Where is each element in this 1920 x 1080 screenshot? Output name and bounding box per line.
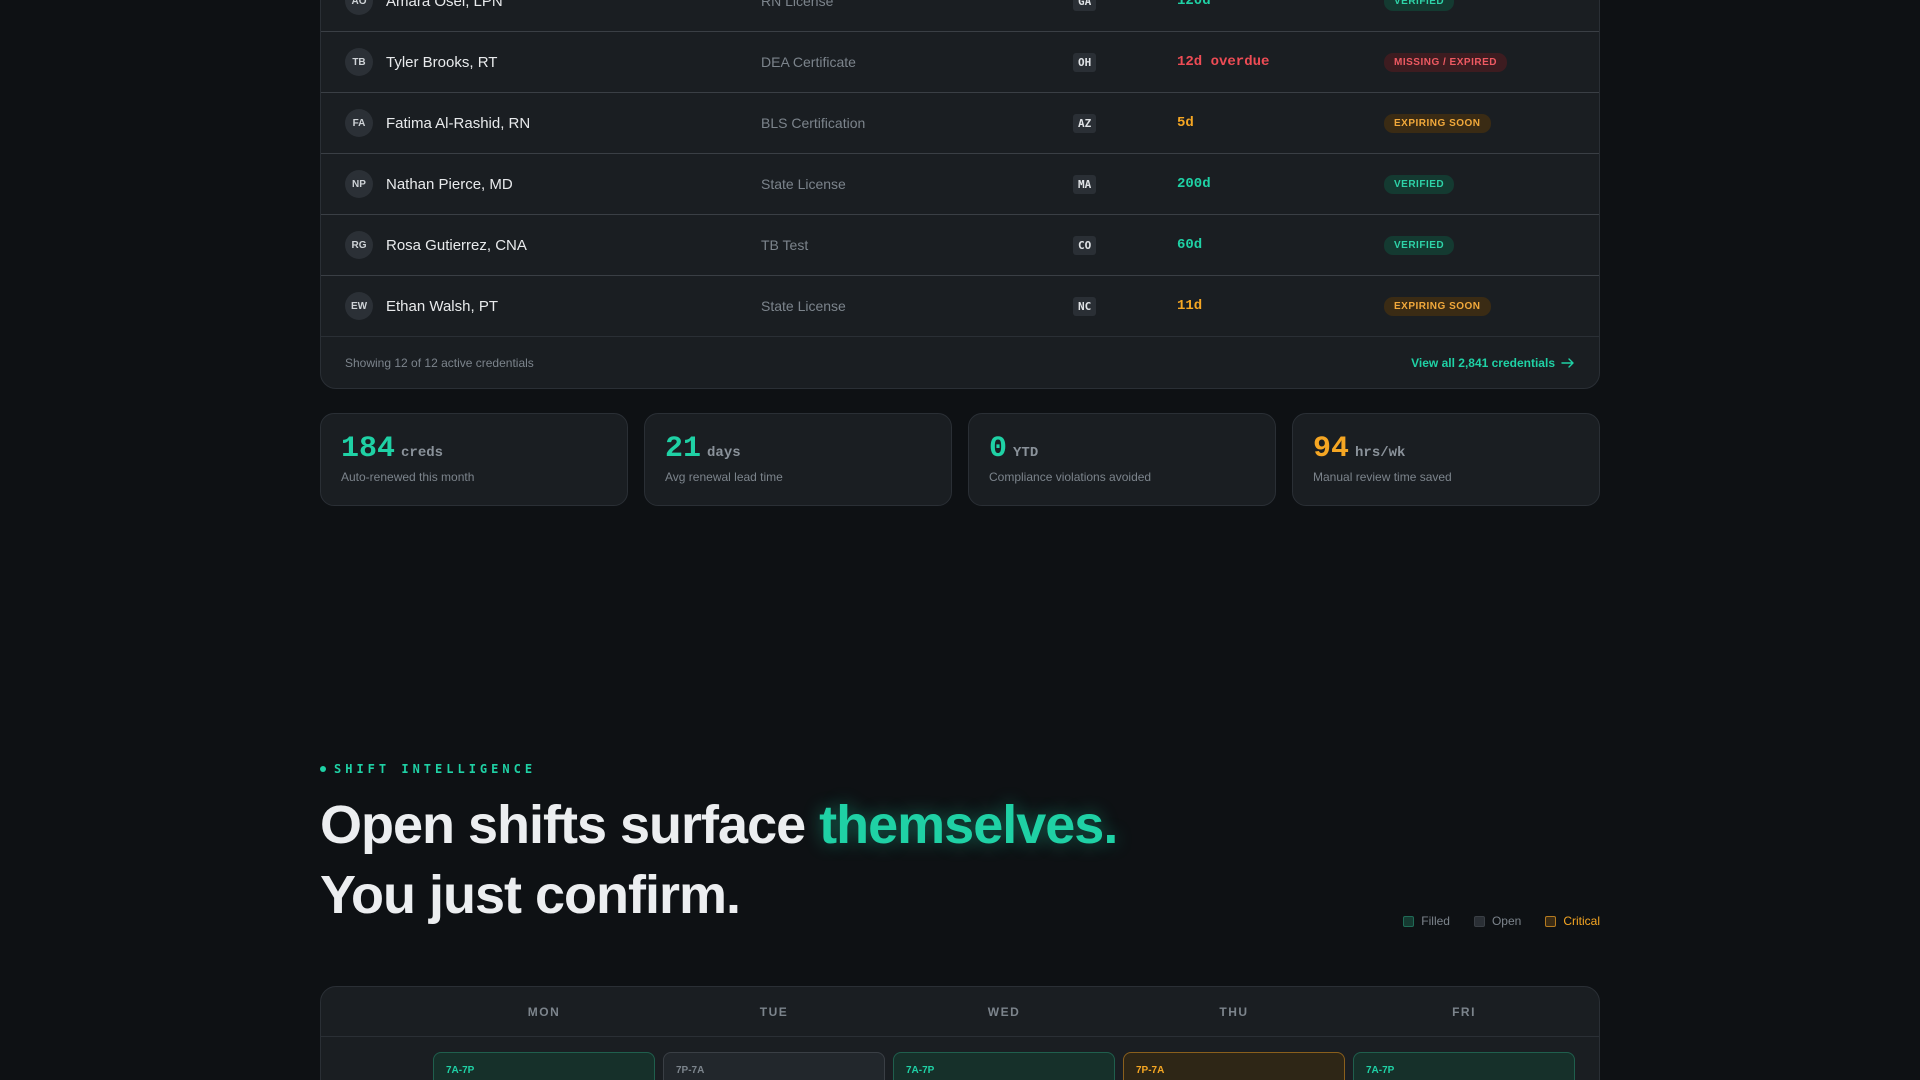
provider-name: Fatima Al-Rashid, RN <box>386 114 531 132</box>
stat-label: Auto-renewed this month <box>341 470 475 484</box>
table-row[interactable]: FA Fatima Al-Rashid, RN BLS Certificatio… <box>321 93 1599 154</box>
stat-unit: YTD <box>1013 445 1039 461</box>
legend-critical: Critical <box>1545 914 1600 928</box>
day-header: WED <box>987 1005 1021 1019</box>
state-code: OH <box>1073 52 1097 72</box>
arrow-right-icon <box>1561 358 1574 368</box>
stat-unit: creds <box>401 445 444 461</box>
stat-label: Compliance violations avoided <box>989 470 1152 484</box>
provider-name: Tyler Brooks, RT <box>386 53 498 71</box>
provider-name: Nathan Pierce, MD <box>386 175 513 193</box>
status-badge: MISSING / EXPIRED <box>1384 52 1507 72</box>
legend-filled: Filled <box>1403 914 1450 928</box>
table-row[interactable]: EW Ethan Walsh, PT State License NC 11d … <box>321 276 1599 337</box>
avatar: EW <box>345 292 373 320</box>
stat-value: 184 <box>341 432 396 466</box>
status-badge: EXPIRING SOON <box>1384 296 1491 316</box>
stat-card: 0 YTD Compliance violations avoided <box>968 413 1276 506</box>
status-badge: VERIFIED <box>1384 0 1455 11</box>
headline-part1: Open shifts surface <box>320 795 820 855</box>
calendar-header: MON TUE WED THU FRI <box>321 987 1599 1037</box>
table-row[interactable]: TB Tyler Brooks, RT DEA Certificate OH 1… <box>321 32 1599 93</box>
stat-unit: days <box>707 445 741 461</box>
shift-block[interactable]: 7A-7P <box>1353 1052 1575 1080</box>
days-remaining: 5d <box>1177 115 1194 131</box>
stat-value: 21 <box>665 432 702 466</box>
avatar: AO <box>345 0 373 15</box>
avatar: FA <box>345 109 373 137</box>
shift-block[interactable]: 7P-7A <box>663 1052 885 1080</box>
legend-open-label: Open <box>1491 914 1522 928</box>
credential-type: BLS Certification <box>761 115 866 131</box>
legend-critical-label: Critical <box>1563 914 1600 928</box>
section-eyebrow: SHIFT INTELLIGENCE <box>320 762 536 776</box>
day-header: MON <box>527 1005 561 1019</box>
avatar: TB <box>345 48 373 76</box>
legend-open: Open <box>1473 914 1522 928</box>
shift-block[interactable]: 7A-7P <box>893 1052 1115 1080</box>
days-remaining: 200d <box>1177 176 1211 192</box>
provider-name: Amara Osei, LPN <box>386 0 503 10</box>
stats-row: 184 creds Auto-renewed this month 21 day… <box>320 413 1600 506</box>
shift-block[interactable]: 7A-7P <box>433 1052 655 1080</box>
stat-card: 184 creds Auto-renewed this month <box>320 413 628 506</box>
state-code: MA <box>1073 174 1097 194</box>
table-row[interactable]: AO Amara Osei, LPN RN License GA 120d VE… <box>321 0 1599 32</box>
stat-value: 94 <box>1313 432 1350 466</box>
state-code: NC <box>1073 296 1097 316</box>
credential-type: State License <box>761 298 846 314</box>
status-badge: VERIFIED <box>1384 235 1455 255</box>
shift-block[interactable]: 7P-7A <box>1123 1052 1345 1080</box>
day-header: FRI <box>1452 1005 1476 1019</box>
headline-line2: You just confirm. <box>320 865 741 925</box>
status-badge: VERIFIED <box>1384 174 1455 194</box>
provider-name: Ethan Walsh, PT <box>386 297 498 315</box>
state-code: GA <box>1073 0 1097 11</box>
open-swatch <box>1473 915 1485 927</box>
stat-value: 0 <box>989 432 1008 466</box>
provider-name: Rosa Gutierrez, CNA <box>386 236 527 254</box>
stat-card: 21 days Avg renewal lead time <box>644 413 952 506</box>
day-header: THU <box>1219 1005 1249 1019</box>
table-footer: Showing 12 of 12 active credentials View… <box>321 338 1599 388</box>
stat-label: Manual review time saved <box>1313 470 1452 484</box>
day-header: TUE <box>759 1005 789 1019</box>
days-remaining: 11d <box>1177 298 1203 314</box>
status-badge: EXPIRING SOON <box>1384 113 1491 133</box>
results-count: Showing 12 of 12 active credentials <box>345 356 534 370</box>
headline-accent: themselves. <box>819 795 1118 855</box>
eyebrow-label: SHIFT INTELLIGENCE <box>334 762 537 776</box>
stat-card: 94 hrs/wk Manual review time saved <box>1292 413 1600 506</box>
credential-type: TB Test <box>761 237 809 253</box>
shift-legend: Filled Open Critical <box>1403 914 1600 928</box>
stat-unit: hrs/wk <box>1355 445 1406 461</box>
shift-calendar: MON TUE WED THU FRI 7A-7P 7P-7A 7A-7P 7P… <box>320 986 1600 1080</box>
credential-type: RN License <box>761 0 834 9</box>
filled-swatch <box>1403 915 1415 927</box>
avatar: NP <box>345 170 373 198</box>
legend-filled-label: Filled <box>1421 914 1450 928</box>
view-all-credentials-link[interactable]: View all 2,841 credentials <box>1411 356 1575 370</box>
table-row[interactable]: NP Nathan Pierce, MD State License MA 20… <box>321 154 1599 215</box>
eyebrow-dot <box>320 766 326 772</box>
days-remaining: 12d overdue <box>1177 54 1270 70</box>
state-code: AZ <box>1073 113 1097 133</box>
view-all-label: View all 2,841 credentials <box>1411 356 1555 370</box>
credential-type: State License <box>761 176 846 192</box>
stat-label: Avg renewal lead time <box>665 470 783 484</box>
credentials-rows: AO Amara Osei, LPN RN License GA 120d VE… <box>321 0 1599 337</box>
days-remaining: 60d <box>1177 237 1203 253</box>
credential-type: DEA Certificate <box>761 54 856 70</box>
table-row[interactable]: RG Rosa Gutierrez, CNA TB Test CO 60d VE… <box>321 215 1599 276</box>
section-headline: Open shifts surface themselves. You just… <box>320 790 1118 930</box>
credentials-table: AO Amara Osei, LPN RN License GA 120d VE… <box>320 0 1600 389</box>
critical-swatch <box>1545 915 1557 927</box>
avatar: RG <box>345 231 373 259</box>
days-remaining: 120d <box>1177 0 1211 9</box>
state-code: CO <box>1073 235 1097 255</box>
